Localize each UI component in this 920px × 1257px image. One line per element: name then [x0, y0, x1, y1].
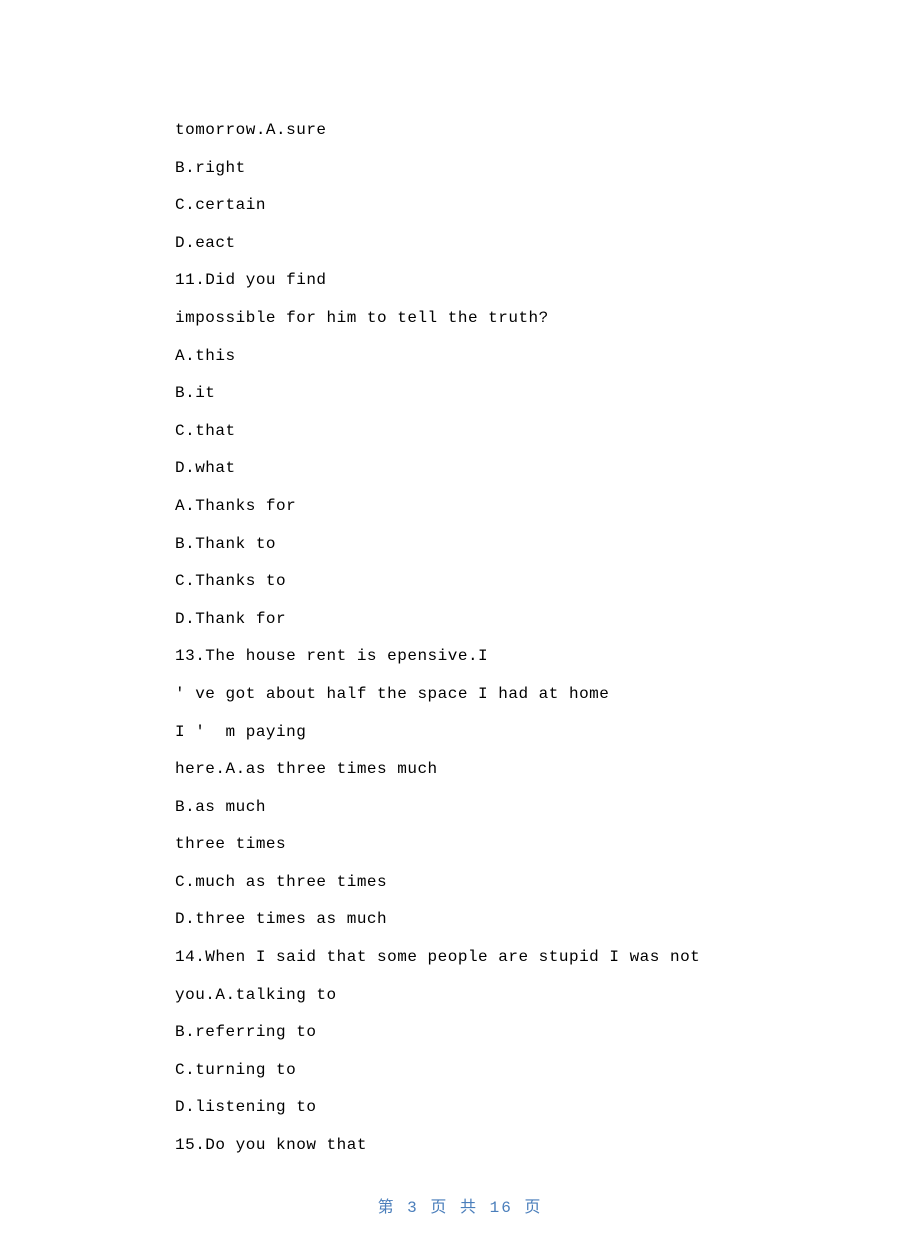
text-line: A.this	[175, 338, 745, 376]
text-line: B.it	[175, 375, 745, 413]
text-line: B.Thank to	[175, 526, 745, 564]
text-line: 13.The house rent is epensive.I	[175, 638, 745, 676]
document-body: tomorrow.A.sure B.right C.certain D.eact…	[175, 112, 745, 1165]
text-line: C.that	[175, 413, 745, 451]
text-line: ' ve got about half the space I had at h…	[175, 676, 745, 714]
text-line: C.Thanks to	[175, 563, 745, 601]
document-page: tomorrow.A.sure B.right C.certain D.eact…	[0, 0, 920, 1257]
text-line: B.right	[175, 150, 745, 188]
text-line: D.what	[175, 450, 745, 488]
text-line: here.A.as three times much	[175, 751, 745, 789]
text-line: C.turning to	[175, 1052, 745, 1090]
text-line: A.Thanks for	[175, 488, 745, 526]
text-line: D.listening to	[175, 1089, 745, 1127]
text-line: tomorrow.A.sure	[175, 112, 745, 150]
text-line: impossible for him to tell the truth?	[175, 300, 745, 338]
text-line: 11.Did you find	[175, 262, 745, 300]
text-line: B.referring to	[175, 1014, 745, 1052]
page-footer: 第 3 页 共 16 页	[175, 1193, 745, 1217]
text-line: 14.When I said that some people are stup…	[175, 939, 745, 977]
text-line: B.as much	[175, 789, 745, 827]
text-line: you.A.talking to	[175, 977, 745, 1015]
text-line: C.much as three times	[175, 864, 745, 902]
text-line: three times	[175, 826, 745, 864]
text-line: D.Thank for	[175, 601, 745, 639]
text-line: I ' m paying	[175, 714, 745, 752]
text-line: C.certain	[175, 187, 745, 225]
text-line: D.three times as much	[175, 901, 745, 939]
text-line: 15.Do you know that	[175, 1127, 745, 1165]
text-line: D.eact	[175, 225, 745, 263]
